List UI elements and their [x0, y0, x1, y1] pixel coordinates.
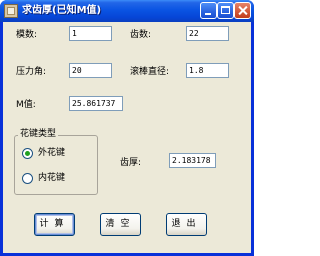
roller-diameter-input[interactable]: 1.8 — [186, 63, 229, 78]
module-label: 模数: — [16, 30, 38, 40]
minimize-button[interactable] — [200, 2, 217, 19]
internal-spline-radio[interactable] — [22, 173, 33, 184]
teeth-count-input[interactable]: 22 — [186, 26, 229, 41]
calculate-button[interactable]: 计算 — [34, 213, 75, 236]
window-title: 求齿厚(已知M值) — [22, 5, 102, 16]
clear-button[interactable]: 清空 — [100, 213, 141, 236]
external-spline-label[interactable]: 外花键 — [38, 148, 65, 159]
dialog-body: 模数: 1 齿数: 22 压力角: 20 滚棒直径: 1.8 M值: 25.86… — [3, 22, 251, 253]
title-bar[interactable]: 求齿厚(已知M值) — [0, 0, 254, 22]
m-value-input[interactable]: 25.861737 — [69, 96, 123, 111]
external-spline-radio[interactable] — [22, 148, 33, 159]
tooth-thickness-label: 齿厚: — [120, 158, 142, 168]
m-value-label: M值: — [16, 100, 36, 110]
internal-spline-label[interactable]: 内花键 — [38, 173, 65, 184]
pressure-angle-label: 压力角: — [16, 67, 47, 77]
app-window: 求齿厚(已知M值) 模数: 1 齿数: 22 压力角: 20 滚棒直径: 1.8… — [0, 0, 254, 256]
app-icon[interactable] — [4, 4, 18, 18]
maximize-button[interactable] — [217, 2, 234, 19]
teeth-count-label: 齿数: — [130, 30, 152, 40]
tooth-thickness-output[interactable]: 2.183178 — [169, 153, 216, 168]
exit-button[interactable]: 退出 — [166, 213, 207, 236]
roller-diameter-label: 滚棒直径: — [130, 67, 170, 77]
spline-type-group-label: 花键类型 — [18, 129, 59, 140]
pressure-angle-input[interactable]: 20 — [69, 63, 112, 78]
close-button[interactable] — [234, 2, 251, 19]
spline-type-group — [14, 135, 98, 195]
module-input[interactable]: 1 — [69, 26, 112, 41]
